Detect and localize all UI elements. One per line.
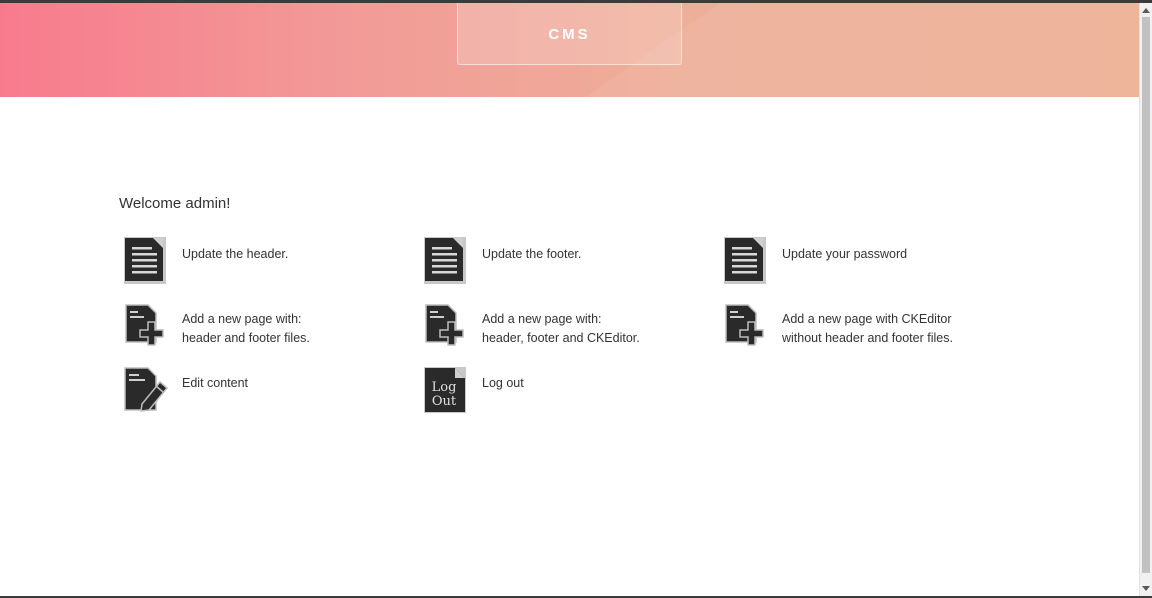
action-label: Log out — [482, 376, 524, 390]
action-sublabel: header and footer files. — [182, 331, 310, 345]
action-label: Update the footer. — [482, 247, 582, 261]
scroll-thumb[interactable] — [1142, 17, 1150, 573]
window-top-edge — [0, 0, 1152, 3]
site-logo[interactable]: CMS — [457, 3, 682, 65]
logout-link[interactable]: Log Out Log out — [422, 367, 672, 414]
action-sublabel: header, footer and CKEditor. — [482, 331, 640, 345]
logout-icon-text-bottom: Out — [432, 394, 457, 409]
scroll-down-arrow-icon[interactable] — [1142, 586, 1150, 591]
edit-page-icon — [124, 367, 168, 412]
add-page-icon — [125, 304, 164, 346]
document-icon — [124, 237, 166, 284]
add-page-header-footer-link[interactable]: Add a new page with: header and footer f… — [122, 304, 372, 350]
header-banner: CMS — [0, 3, 1139, 97]
update-footer-link[interactable]: Update the footer. — [422, 237, 672, 285]
add-page-ckeditor-link[interactable]: Add a new page with: header, footer and … — [422, 304, 672, 350]
add-page-icon — [725, 304, 764, 346]
scroll-up-arrow-icon[interactable] — [1142, 8, 1150, 13]
action-label: Add a new page with: — [182, 312, 302, 326]
vertical-scrollbar[interactable] — [1139, 3, 1152, 596]
logout-icon-text-top: Log — [432, 380, 457, 395]
add-page-ckeditor-only-link[interactable]: Add a new page with CKEditor without hea… — [722, 304, 1012, 350]
update-password-link[interactable]: Update your password — [722, 237, 972, 285]
action-sublabel: without header and footer files. — [782, 331, 953, 345]
update-header-link[interactable]: Update the header. — [122, 237, 372, 285]
edit-content-link[interactable]: Edit content — [122, 367, 372, 414]
action-label: Add a new page with CKEditor — [782, 312, 952, 326]
action-label: Add a new page with: — [482, 312, 602, 326]
logout-icon: Log Out — [424, 367, 466, 413]
welcome-message: Welcome admin! — [119, 195, 231, 212]
document-icon — [424, 237, 466, 284]
document-icon — [724, 237, 766, 284]
action-label: Update your password — [782, 247, 908, 261]
action-label: Update the header. — [182, 247, 289, 261]
logo-text: CMS — [548, 25, 591, 43]
add-page-icon — [425, 304, 464, 346]
action-label: Edit content — [182, 376, 249, 390]
